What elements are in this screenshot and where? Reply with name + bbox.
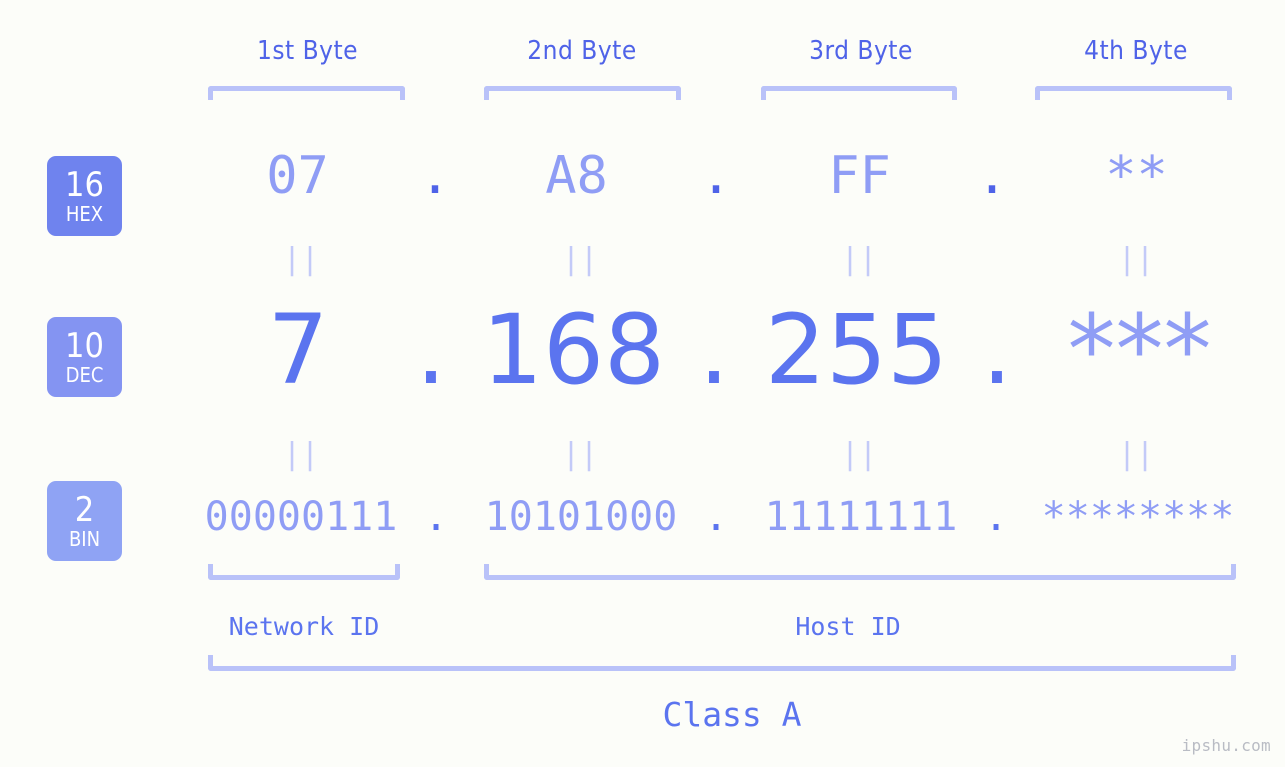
equals-mark-hex-dec-2: || xyxy=(561,242,599,277)
dec-octet-4: *** xyxy=(1067,294,1212,406)
byte-header-3: 3rd Byte xyxy=(809,36,913,66)
equals-mark-hex-dec-4: || xyxy=(1117,242,1155,277)
equals-mark-hex-dec-1: || xyxy=(282,242,320,277)
base-badge-hex: 16 HEX xyxy=(47,156,122,236)
dec-octet-2: 168 xyxy=(481,294,666,406)
base-badge-bin: 2 BIN xyxy=(47,481,122,561)
class-label: Class A xyxy=(662,695,802,734)
ip-address-breakdown-diagram: 1st Byte 2nd Byte 3rd Byte 4th Byte 16 H… xyxy=(0,0,1285,767)
network-id-bracket xyxy=(208,564,400,580)
hex-octet-4: ** xyxy=(1105,146,1168,206)
base-badge-bin-number: 2 xyxy=(74,489,95,530)
equals-mark-hex-dec-3: || xyxy=(840,242,878,277)
dec-separator-1: . xyxy=(415,294,447,406)
hex-octet-3: FF xyxy=(828,146,891,206)
byte-bracket-top-4 xyxy=(1035,86,1232,100)
byte-header-1: 1st Byte xyxy=(256,36,359,66)
base-badge-hex-unit: HEX xyxy=(65,201,104,226)
hex-octet-2: A8 xyxy=(545,146,608,206)
bin-octet-2: 10101000 xyxy=(484,494,678,540)
byte-bracket-top-1 xyxy=(208,86,405,100)
byte-bracket-top-3 xyxy=(761,86,957,100)
class-bracket xyxy=(208,655,1236,671)
equals-mark-dec-bin-3: || xyxy=(840,437,878,472)
bin-octet-3: 11111111 xyxy=(764,494,958,540)
base-badge-bin-unit: BIN xyxy=(68,526,101,551)
host-id-label: Host ID xyxy=(795,612,901,641)
base-badge-dec: 10 DEC xyxy=(47,317,122,397)
bin-separator-1: . xyxy=(423,494,449,540)
dec-octet-1: 7 xyxy=(267,294,329,406)
bin-octet-4: ******** xyxy=(1041,494,1235,540)
byte-bracket-top-2 xyxy=(484,86,681,100)
hex-separator-2: . xyxy=(700,146,732,206)
dec-separator-3: . xyxy=(981,294,1013,406)
host-id-bracket xyxy=(484,564,1236,580)
base-badge-dec-unit: DEC xyxy=(65,362,104,387)
byte-header-4: 4th Byte xyxy=(1084,36,1188,66)
dec-separator-2: . xyxy=(698,294,730,406)
base-badge-hex-number: 16 xyxy=(65,164,104,205)
watermark: ipshu.com xyxy=(1181,736,1271,755)
bin-separator-3: . xyxy=(983,494,1009,540)
network-id-label: Network ID xyxy=(228,612,380,641)
equals-mark-dec-bin-2: || xyxy=(561,437,599,472)
equals-mark-dec-bin-4: || xyxy=(1117,437,1155,472)
base-badge-dec-number: 10 xyxy=(65,325,104,366)
hex-octet-1: 07 xyxy=(266,146,329,206)
dec-octet-3: 255 xyxy=(764,294,949,406)
equals-mark-dec-bin-1: || xyxy=(282,437,320,472)
hex-separator-1: . xyxy=(419,146,451,206)
bin-octet-1: 00000111 xyxy=(204,494,398,540)
bin-separator-2: . xyxy=(703,494,729,540)
hex-separator-3: . xyxy=(976,146,1008,206)
byte-header-2: 2nd Byte xyxy=(527,36,637,66)
